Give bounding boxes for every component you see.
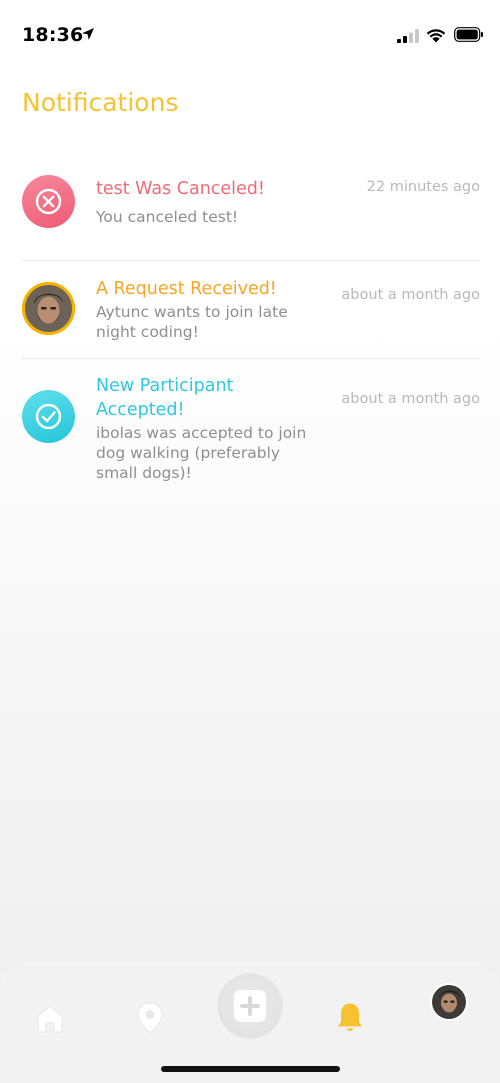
tab-map[interactable]	[133, 1000, 167, 1036]
tab-create[interactable]	[218, 974, 282, 1038]
user-avatar[interactable]	[22, 282, 75, 335]
notification-body: ibolas was accepted to join dog walking …	[96, 424, 307, 482]
status-time: 18:36	[22, 24, 84, 46]
notification-title: test Was Canceled!	[96, 179, 265, 199]
tab-notifications[interactable]	[333, 1000, 367, 1036]
cellular-signal-icon	[397, 29, 419, 43]
profile-avatar	[430, 983, 468, 1021]
notification-time: about a month ago	[341, 287, 480, 303]
notification-time: about a month ago	[341, 391, 480, 407]
bell-icon	[338, 1003, 362, 1031]
notification-title: New Participant Accepted!	[96, 376, 234, 420]
tab-home[interactable]	[32, 1000, 68, 1036]
accepted-badge	[22, 390, 75, 443]
notification-body: Aytunc wants to join late night coding!	[96, 303, 288, 341]
notification-body: You canceled test!	[96, 208, 239, 226]
tab-profile[interactable]	[430, 983, 468, 1021]
notification-time: 22 minutes ago	[366, 179, 480, 195]
location-pin-icon	[137, 1002, 163, 1034]
cancel-x-icon	[35, 188, 62, 215]
home-icon	[37, 1005, 63, 1033]
check-circle-icon	[35, 403, 62, 430]
notification-item[interactable]: test Was Canceled! You canceled test! 22…	[22, 172, 480, 242]
divider	[22, 358, 480, 359]
location-arrow-icon	[82, 28, 94, 40]
battery-icon	[454, 27, 483, 42]
home-indicator[interactable]	[161, 1066, 340, 1072]
notification-item[interactable]: New Participant Accepted! ibolas was acc…	[22, 374, 480, 486]
wifi-icon	[426, 29, 446, 43]
status-bar: 18:36	[0, 0, 500, 72]
notification-title: A Request Received!	[96, 279, 277, 299]
user-avatar-photo	[22, 282, 75, 335]
page-title: Notifications	[22, 88, 179, 117]
cancel-badge	[22, 175, 75, 228]
add-plus-icon	[234, 990, 266, 1022]
notification-item[interactable]: A Request Received! Aytunc wants to join…	[22, 277, 480, 347]
divider	[22, 260, 480, 261]
